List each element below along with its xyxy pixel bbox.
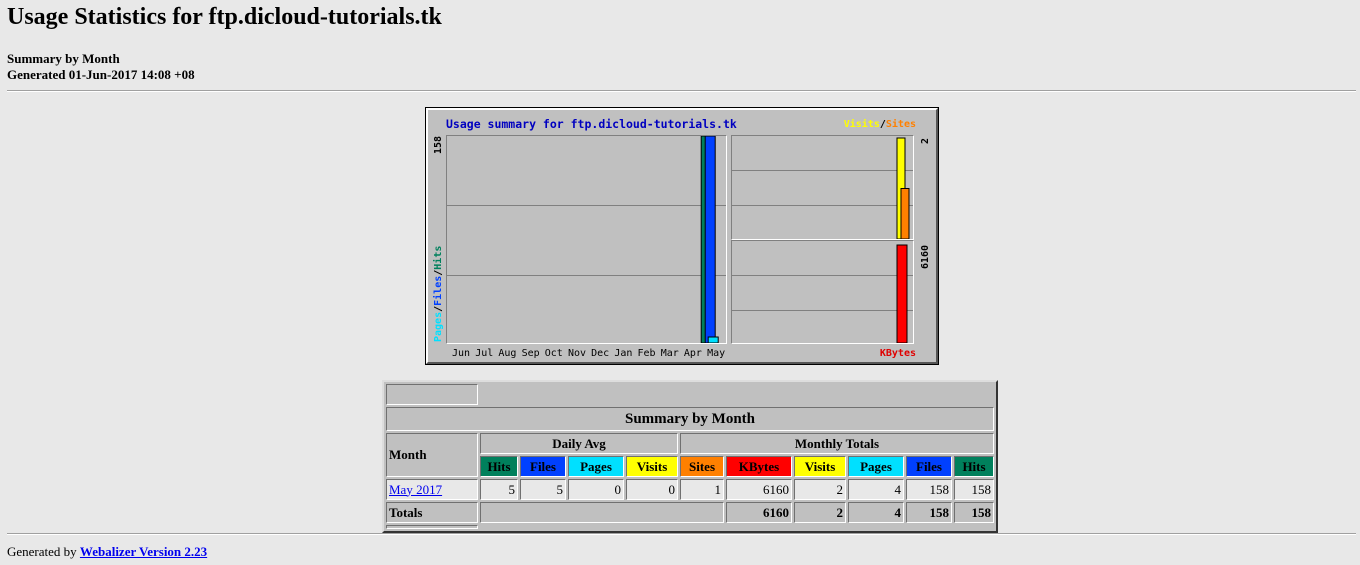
kbytes-panel: [731, 240, 914, 344]
axis-files: Files: [433, 275, 444, 306]
summary-by-month-table: Summary by Month Month Daily Avg Monthly…: [382, 380, 998, 533]
graph-title: Usage summary for ftp.dicloud-tutorials.…: [446, 117, 737, 131]
footer: Generated by Webalizer Version 2.23: [7, 544, 207, 560]
files-header: Files: [906, 456, 952, 477]
visits-cell: 2: [794, 479, 846, 500]
visits-sites-panel: [731, 135, 914, 240]
totals-pages: 4: [848, 502, 904, 523]
month-label: Oct: [544, 348, 563, 359]
legend-sites: Sites: [885, 119, 916, 130]
month-label: Jul: [475, 348, 494, 359]
visits-header: Visits: [794, 456, 846, 477]
graph-legend: Visits/Sites: [844, 119, 916, 130]
table-caption: Summary by Month: [386, 407, 994, 431]
month-link[interactable]: May 2017: [389, 482, 442, 497]
bar-files-May: [704, 136, 716, 343]
month-label: Jun: [452, 348, 471, 359]
left-axis-label: Pages/Files/Hits: [433, 245, 444, 342]
totals-files: 158: [906, 502, 952, 523]
pages-cell: 4: [848, 479, 904, 500]
left-scale-max: 158: [433, 135, 444, 154]
files-cell: 158: [906, 479, 952, 500]
divider-bottom: [7, 533, 1356, 535]
divider-top: [7, 90, 1356, 92]
bar-pages-May: [707, 336, 719, 343]
hits-files-pages-panel: [446, 135, 727, 344]
totals-label: Totals: [386, 502, 478, 523]
axis-pages: Pages: [433, 311, 444, 342]
month-label: Feb: [637, 348, 656, 359]
kbytes-cell: 6160: [726, 479, 792, 500]
totals-kbytes: 6160: [726, 502, 792, 523]
axis-hits: Hits: [433, 245, 444, 270]
summary-table-wrap: Summary by Month Month Daily Avg Monthly…: [382, 380, 998, 533]
month-label: Nov: [567, 348, 586, 359]
month-label: Sep: [521, 348, 540, 359]
month-cell: May 2017: [386, 479, 478, 500]
month-label: Jan: [614, 348, 633, 359]
daily-hits-header: Hits: [480, 456, 518, 477]
kbytes-header: KBytes: [726, 456, 792, 477]
month-label: Apr: [683, 348, 702, 359]
daily-hits-cell: 5: [480, 479, 518, 500]
hits-header: Hits: [954, 456, 994, 477]
usage-summary-graph: Usage summary for ftp.dicloud-tutorials.…: [425, 107, 939, 365]
totals-row: Totals 6160 2 4 158 158: [386, 502, 994, 523]
daily-pages-header: Pages: [568, 456, 624, 477]
sites-cell: 1: [680, 479, 724, 500]
visits-sites-bars-svg: [896, 137, 910, 239]
daily-visits-cell: 0: [626, 479, 678, 500]
legend-visits: Visits: [843, 119, 880, 130]
hits-cell: 158: [954, 479, 994, 500]
webalizer-link[interactable]: Webalizer Version 2.23: [80, 544, 207, 559]
page-title: Usage Statistics for ftp.dicloud-tutoria…: [7, 4, 442, 30]
month-header: Month: [386, 433, 478, 477]
bar-sites-May: [900, 188, 910, 239]
sites-header: Sites: [680, 456, 724, 477]
table-bottom-left-cell: [386, 525, 478, 529]
month-label: Dec: [591, 348, 610, 359]
right-bottom-max: 6160: [920, 244, 931, 269]
generated-timestamp: Generated 01-Jun-2017 14:08 +08: [7, 67, 195, 82]
table-row: May 2017 5 5 0 0 1 6160 2 4 158 158: [386, 479, 994, 500]
bar-kbytes-May: [896, 244, 908, 343]
page-subtitle: Summary by Month: [7, 51, 120, 66]
totals-hits: 158: [954, 502, 994, 523]
totals-visits: 2: [794, 502, 846, 523]
daily-files-header: Files: [520, 456, 566, 477]
daily-pages-cell: 0: [568, 479, 624, 500]
table-top-left-cell: [386, 384, 478, 405]
kbytes-bars-svg: [896, 244, 908, 343]
month-label: Mar: [660, 348, 679, 359]
totals-spacer: [480, 502, 724, 523]
daily-visits-header: Visits: [626, 456, 678, 477]
monthly-totals-header: Monthly Totals: [680, 433, 994, 454]
daily-avg-header: Daily Avg: [480, 433, 678, 454]
footer-prefix: Generated by: [7, 544, 80, 559]
month-label: Aug: [498, 348, 517, 359]
pages-header: Pages: [848, 456, 904, 477]
right-top-max: 2: [920, 137, 931, 144]
main-bars-svg: [700, 136, 719, 343]
kbytes-axis-label: KBytes: [879, 348, 916, 359]
daily-files-cell: 5: [520, 479, 566, 500]
month-axis-labels: Jun Jul Aug Sep Oct Nov Dec Jan Feb Mar Apr May: [452, 348, 730, 359]
month-label: May: [707, 348, 726, 359]
